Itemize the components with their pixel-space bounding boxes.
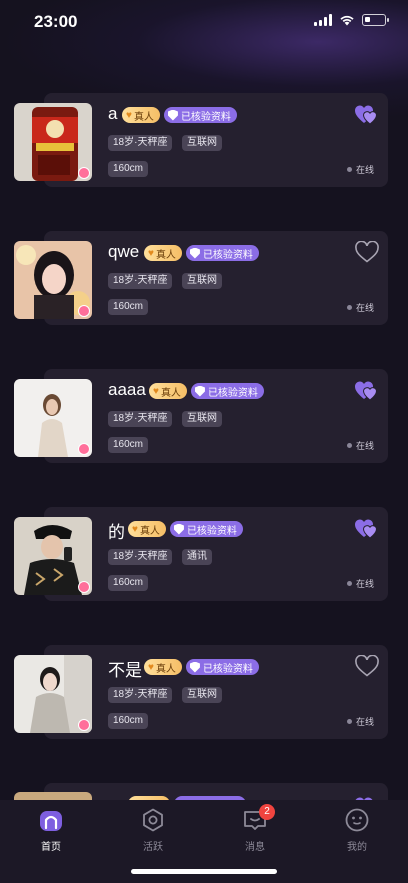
user-name: a (108, 104, 118, 123)
online-dot-icon (346, 305, 352, 310)
liked-heart-icon[interactable] (354, 103, 380, 125)
tab-active[interactable]: 活跃 (123, 808, 183, 853)
badge-row: ♥ 真人 已核验资料 (128, 521, 243, 537)
user-card-partial[interactable] (14, 783, 388, 800)
industry-tag: 通讯 (182, 549, 212, 565)
height-tag: 160cm (108, 713, 149, 729)
heart-badge-icon: ♥ (132, 523, 138, 535)
user-name: aaaa (108, 380, 146, 399)
avatar[interactable] (14, 103, 92, 181)
badge-row: ♥ 真人 已核验资料 (149, 383, 264, 399)
avatar[interactable] (14, 655, 92, 733)
badge-row: ♥ 真人 已核验资料 (144, 659, 259, 675)
female-badge-icon (78, 167, 90, 179)
tab-messages[interactable]: 2 消息 (225, 804, 285, 853)
discover-icon (141, 808, 165, 832)
verified-badge: 已核验资料 (190, 383, 264, 399)
heart-outline-icon[interactable] (354, 241, 380, 263)
online-status: 在线 (346, 577, 374, 590)
signal-icon (314, 14, 332, 26)
height-tag: 160cm (108, 161, 149, 177)
verified-badge: 已核验资料 (185, 245, 259, 261)
height-tag: 160cm (108, 299, 149, 315)
status-bar: 23:00 (0, 0, 408, 44)
home-indicator (131, 869, 277, 874)
shield-icon (189, 247, 200, 259)
badge-row: ♥ 真人 已核验资料 (144, 245, 259, 261)
real-person-badge: ♥ 真人 (144, 659, 182, 675)
female-badge-icon (78, 719, 90, 731)
height-tag: 160cm (108, 575, 149, 591)
liked-heart-icon[interactable] (354, 517, 380, 539)
online-dot-icon (346, 719, 352, 724)
online-dot-icon (346, 167, 352, 172)
status-time: 23:00 (34, 12, 78, 31)
real-person-badge: ♥ 真人 (144, 245, 182, 261)
tab-label: 消息 (245, 842, 265, 853)
female-badge-icon (78, 305, 90, 317)
industry-tag: 互联网 (182, 687, 222, 703)
real-person-badge: ♥ 真人 (149, 383, 187, 399)
tab-mine[interactable]: 我的 (327, 808, 387, 853)
age-sign-tag: 18岁·天秤座 (108, 135, 173, 151)
online-status: 在线 (346, 301, 374, 314)
user-name: qwe (108, 242, 140, 261)
online-dot-icon (346, 581, 352, 586)
user-card[interactable]: 的 ♥ 真人 已核验资料 18岁·天秤座 通讯 160cm 在线 (14, 507, 388, 601)
home-icon (39, 808, 63, 832)
online-status: 在线 (346, 715, 374, 728)
heart-badge-icon: ♥ (126, 109, 132, 121)
age-sign-tag: 18岁·天秤座 (108, 687, 173, 703)
avatar[interactable] (14, 241, 92, 319)
shield-icon (194, 385, 205, 397)
height-tag: 160cm (108, 437, 149, 453)
online-status: 在线 (346, 163, 374, 176)
industry-tag: 互联网 (182, 273, 222, 289)
real-person-badge: ♥ 真人 (128, 521, 166, 537)
real-person-badge: ♥ 真人 (122, 107, 160, 123)
online-dot-icon (346, 443, 352, 448)
user-name: 不是 (108, 661, 142, 680)
verified-badge: 已核验资料 (185, 659, 259, 675)
shield-icon (167, 109, 178, 121)
shield-icon (173, 523, 184, 535)
female-badge-icon (78, 581, 90, 593)
user-card[interactable]: qwe ♥ 真人 已核验资料 18岁·天秤座 互联网 160cm 在线 (14, 231, 388, 325)
tab-home[interactable]: 首页 (21, 808, 81, 853)
status-icons (314, 14, 389, 26)
heart-badge-icon: ♥ (148, 661, 154, 673)
tab-label: 活跃 (143, 842, 163, 853)
age-sign-tag: 18岁·天秤座 (108, 549, 173, 565)
user-card[interactable]: aaaa ♥ 真人 已核验资料 18岁·天秤座 互联网 160cm 在线 (14, 369, 388, 463)
badge-row: ♥ 真人 已核验资料 (122, 107, 237, 123)
user-card[interactable]: 不是 ♥ 真人 已核验资料 18岁·天秤座 互联网 160cm 在线 (14, 645, 388, 739)
user-name: 的 (108, 523, 125, 542)
industry-tag: 互联网 (182, 411, 222, 427)
wifi-icon (340, 15, 354, 26)
tab-label: 我的 (347, 842, 367, 853)
message-icon: 2 (243, 804, 275, 832)
heart-badge-icon: ♥ (148, 247, 154, 259)
profile-face-icon (345, 808, 369, 832)
heart-outline-icon[interactable] (354, 655, 380, 677)
female-badge-icon (78, 443, 90, 455)
user-card[interactable]: a ♥ 真人 已核验资料 18岁·天秤座 互联网 160cm 在线 (14, 93, 388, 187)
tab-label: 首页 (41, 842, 61, 853)
age-sign-tag: 18岁·天秤座 (108, 273, 173, 289)
verified-badge: 已核验资料 (163, 107, 237, 123)
age-sign-tag: 18岁·天秤座 (108, 411, 173, 427)
shield-icon (189, 661, 200, 673)
industry-tag: 互联网 (182, 135, 222, 151)
online-status: 在线 (346, 439, 374, 452)
liked-heart-icon[interactable] (354, 379, 380, 401)
verified-badge: 已核验资料 (169, 521, 243, 537)
avatar[interactable] (14, 792, 92, 800)
heart-badge-icon: ♥ (153, 385, 159, 397)
unread-count-badge: 2 (259, 804, 275, 820)
avatar[interactable] (14, 379, 92, 457)
avatar[interactable] (14, 517, 92, 595)
battery-icon (362, 14, 389, 26)
